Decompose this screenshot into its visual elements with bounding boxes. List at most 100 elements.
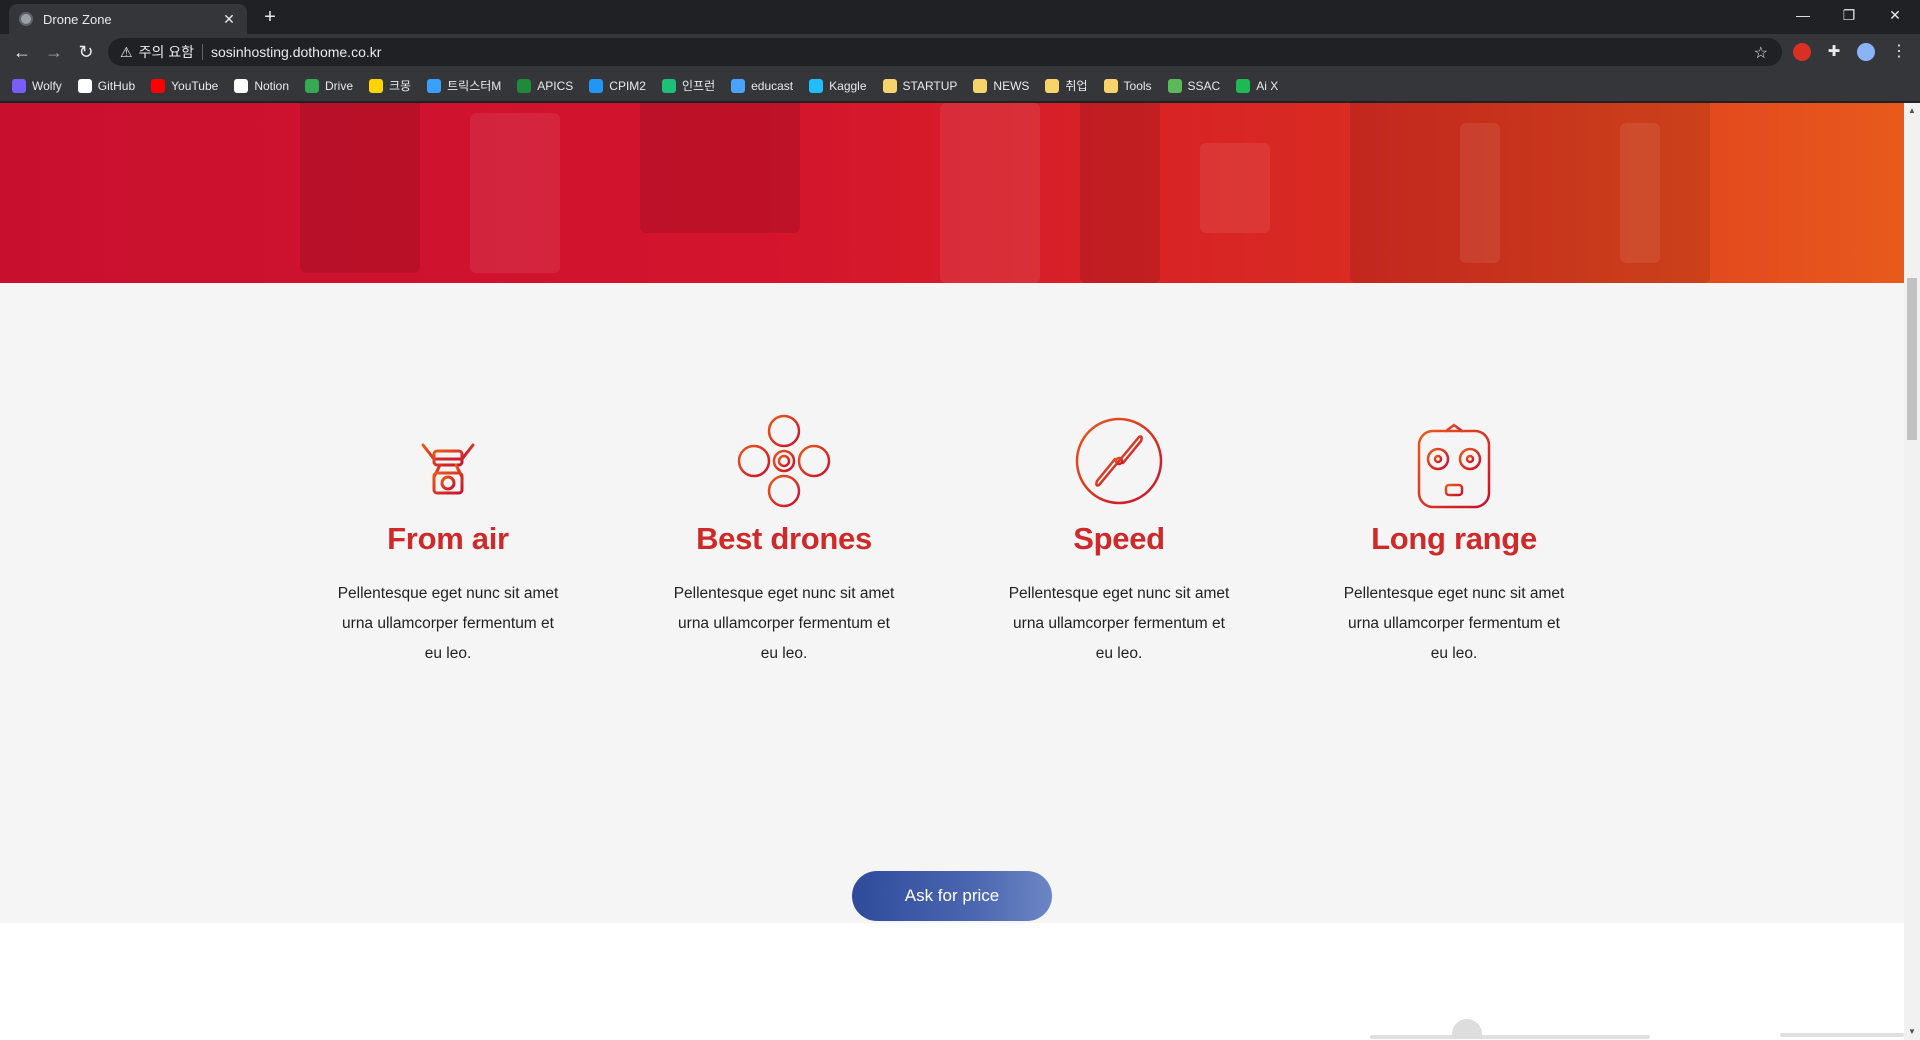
bookmark-item[interactable]: 인프런	[661, 77, 716, 94]
feature-text: Pellentesque eget nunc sit amet urna ull…	[1343, 585, 1565, 662]
forward-icon[interactable]: →	[42, 40, 66, 64]
scroll-up-icon[interactable]: ▲	[1904, 103, 1920, 119]
tab-title: Drone Zone	[43, 11, 112, 27]
bookmark-item[interactable]: GitHub	[77, 78, 136, 93]
new-tab-button[interactable]: +	[258, 6, 282, 30]
feature-speed: Speed Pellentesque eget nunc sit amet ur…	[989, 411, 1249, 669]
browser-toolbar: ← → ↻ ⚠ 주의 요함 sosinhosting.dothome.co.kr…	[0, 34, 1920, 70]
bookmark-icon	[589, 78, 604, 93]
bookmark-icon	[77, 78, 92, 93]
security-label[interactable]: 주의 요함	[139, 42, 194, 62]
bookmark-item[interactable]: 트릭스터M	[427, 77, 501, 94]
warning-icon[interactable]: ⚠	[120, 44, 133, 61]
bookmark-star-icon[interactable]: ☆	[1754, 43, 1768, 63]
minimize-button[interactable]: —	[1780, 0, 1826, 30]
bookmark-icon	[151, 78, 166, 93]
bookmark-label: APICS	[537, 78, 574, 93]
bookmark-label: 인프런	[681, 79, 716, 93]
divider	[201, 44, 203, 60]
feature-title: Best drones	[696, 521, 872, 556]
bookmark-item[interactable]: APICS	[517, 78, 574, 93]
drone-camera-icon	[404, 431, 492, 495]
close-tab-icon[interactable]: ✕	[221, 11, 237, 28]
restore-button[interactable]: ❐	[1826, 0, 1872, 30]
bookmark-label: Wolfy	[32, 78, 62, 93]
bookmark-icon	[369, 78, 384, 93]
ask-for-price-button[interactable]: Ask for price	[852, 871, 1052, 921]
feature-text: Pellentesque eget nunc sit amet urna ull…	[1008, 585, 1230, 662]
bookmark-icon	[1167, 78, 1182, 93]
bookmark-item[interactable]: Notion	[234, 78, 289, 93]
bookmark-item[interactable]: CPIM2	[589, 78, 646, 93]
bookmark-item[interactable]: 크몽	[369, 77, 411, 94]
bookmarks-bar: Wolfy GitHub YouTube Notion Drive 크몽 트릭스터M APIC…	[0, 70, 1920, 102]
feature-long-range: Long range Pellentesque eget nunc sit am…	[1324, 411, 1584, 669]
bookmark-label: Kaggle	[829, 78, 867, 93]
bookmark-label: Tools	[1123, 78, 1152, 93]
bookmark-label: NEWS	[993, 78, 1030, 93]
tab-strip: Drone Zone ✕ + — ❐ ✕	[0, 0, 1920, 34]
feature-title: From air	[387, 521, 509, 556]
bookmark-label: Notion	[254, 78, 289, 93]
bookmark-label: 취업	[1065, 79, 1088, 93]
avatar[interactable]	[1857, 43, 1875, 61]
address-bar[interactable]: ⚠ 주의 요함 sosinhosting.dothome.co.kr ☆	[108, 38, 1782, 66]
feature-from-air: From air Pellentesque eget nunc sit amet…	[318, 411, 578, 669]
feature-title: Speed	[1073, 521, 1165, 556]
url-text[interactable]: sosinhosting.dothome.co.kr	[211, 44, 381, 60]
page-viewport: From air Pellentesque eget nunc sit amet…	[0, 103, 1904, 1040]
bookmark-item[interactable]: educast	[731, 78, 794, 93]
quadcopter-icon	[737, 414, 831, 508]
bookmark-item[interactable]: Tools	[1103, 78, 1152, 93]
active-tab[interactable]: Drone Zone ✕	[9, 4, 247, 34]
back-icon[interactable]: ←	[10, 40, 34, 64]
scrollbar-thumb[interactable]	[1907, 278, 1917, 440]
drone-wing-image	[1370, 1035, 1650, 1039]
bookmark-item[interactable]: Kaggle	[809, 78, 867, 93]
bookmark-item[interactable]: Drive	[305, 78, 354, 93]
bookmark-item[interactable]: NEWS	[973, 78, 1030, 93]
bookmark-icon	[882, 78, 897, 93]
bookmark-icon	[234, 78, 249, 93]
bookmark-icon	[973, 78, 988, 93]
features-section: From air Pellentesque eget nunc sit amet…	[0, 283, 1904, 923]
bookmark-label: SSAC	[1187, 78, 1221, 93]
feature-best-drones: Best drones Pellentesque eget nunc sit a…	[654, 411, 914, 669]
feature-text: Pellentesque eget nunc sit amet urna ull…	[673, 585, 895, 662]
bookmark-label: 트릭스터M	[447, 79, 502, 93]
bookmark-icon	[1236, 78, 1251, 93]
reload-icon[interactable]: ↻	[74, 40, 98, 64]
remote-controller-icon	[1417, 411, 1491, 509]
page-scrollbar[interactable]: ▲ ▼	[1904, 103, 1920, 1040]
drone-body-image	[1452, 1019, 1482, 1039]
bookmark-item[interactable]: Wolfy	[12, 78, 62, 93]
bookmark-icon	[517, 78, 532, 93]
puzzle-extensions-icon[interactable]: ✚	[1825, 43, 1843, 61]
bookmark-label: educast	[751, 78, 794, 93]
bookmark-label: Drive	[325, 78, 354, 93]
close-window-button[interactable]: ✕	[1872, 0, 1918, 30]
bookmark-item[interactable]: STARTUP	[882, 78, 958, 93]
globe-icon	[19, 12, 33, 26]
bookmark-label: 크몽	[389, 79, 412, 93]
feature-text: Pellentesque eget nunc sit amet urna ull…	[337, 585, 559, 662]
bookmark-icon	[1103, 78, 1118, 93]
bookmark-label: STARTUP	[902, 78, 958, 93]
bookmark-icon	[731, 78, 746, 93]
bookmark-item[interactable]: YouTube	[151, 78, 219, 93]
bookmark-icon	[12, 78, 26, 93]
bookmark-label: YouTube	[171, 78, 219, 93]
bookmark-item[interactable]: 취업	[1045, 77, 1088, 94]
bookmark-item[interactable]: SSAC	[1167, 78, 1221, 93]
bookmark-label: Ai X	[1256, 78, 1279, 93]
extension-icon[interactable]	[1793, 43, 1811, 61]
bookmark-item[interactable]: Ai X	[1236, 78, 1279, 93]
scroll-down-icon[interactable]: ▼	[1904, 1024, 1920, 1040]
menu-kebab-icon[interactable]: ⋮	[1890, 43, 1908, 61]
propeller-icon	[1075, 417, 1163, 505]
hero-banner-image	[0, 103, 1904, 283]
bookmark-label: GitHub	[97, 78, 136, 93]
bookmark-icon	[427, 78, 442, 93]
next-section	[0, 923, 1904, 1040]
drone-wing-image	[1780, 1033, 1904, 1037]
